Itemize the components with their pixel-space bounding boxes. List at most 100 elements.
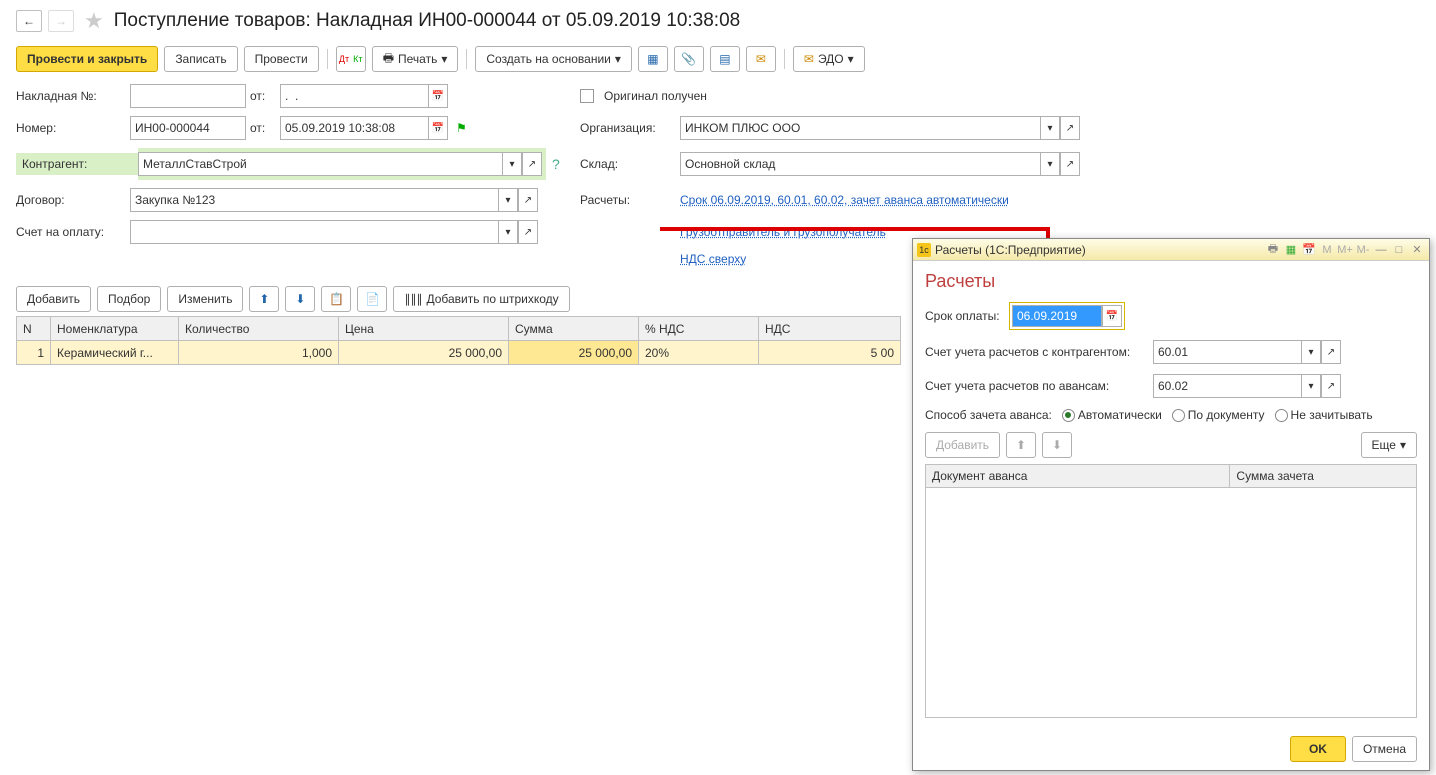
dropdown-icon[interactable]: ▾ (498, 188, 518, 212)
post-flag-icon: ⚑ (456, 121, 467, 135)
invoice-no-input[interactable] (130, 84, 246, 108)
dialog-more-button[interactable]: Еще ▾ (1361, 432, 1417, 458)
dropdown-icon[interactable]: ▾ (498, 220, 518, 244)
warehouse-label: Склад: (580, 157, 676, 171)
vat-link[interactable]: НДС сверху (680, 252, 746, 266)
save-button[interactable]: Записать (164, 46, 237, 72)
col-vat-pct[interactable]: % НДС (639, 317, 759, 341)
open-icon[interactable]: ↗ (1321, 374, 1341, 398)
m-button[interactable]: M (1319, 242, 1335, 258)
dropdown-icon: ▾ (615, 52, 621, 66)
m-minus-button[interactable]: M- (1355, 242, 1371, 258)
date-input[interactable] (280, 116, 428, 140)
calendar-icon[interactable]: 📅 (1102, 305, 1122, 327)
attach-button[interactable]: 📎 (674, 46, 704, 72)
separator (784, 49, 785, 69)
edo-button[interactable]: ✉ ЭДО ▾ (793, 46, 865, 72)
counterparty-input[interactable] (138, 152, 502, 176)
advance-auto-radio[interactable]: Автоматически (1062, 408, 1162, 422)
dialog-add-button[interactable]: Добавить (925, 432, 1000, 458)
invoice-pay-input[interactable] (130, 220, 498, 244)
calendar-icon[interactable]: 📅 (1301, 242, 1317, 258)
maximize-icon[interactable]: □ (1391, 242, 1407, 258)
close-icon[interactable]: ✕ (1409, 242, 1425, 258)
dt-kt-button[interactable]: ДтКт (336, 46, 366, 72)
warehouse-input[interactable] (680, 152, 1040, 176)
dropdown-icon[interactable]: ▾ (1040, 152, 1060, 176)
col-item[interactable]: Номенклатура (51, 317, 179, 341)
dialog-move-down-button[interactable]: ⬇ (1042, 432, 1072, 458)
open-icon[interactable]: ↗ (518, 220, 538, 244)
payment-due-label: Срок оплаты: (925, 309, 1003, 323)
minimize-icon[interactable]: — (1373, 242, 1389, 258)
dropdown-icon: ▾ (848, 52, 854, 66)
cancel-button[interactable]: Отмена (1352, 736, 1417, 762)
m-plus-button[interactable]: M+ (1337, 242, 1353, 258)
move-down-button[interactable]: ⬇ (285, 286, 315, 312)
dropdown-icon[interactable]: ▾ (1040, 116, 1060, 140)
contract-input[interactable] (130, 188, 498, 212)
separator (327, 49, 328, 69)
print-icon[interactable]: 🖶 (1265, 242, 1281, 258)
post-button[interactable]: Провести (244, 46, 319, 72)
shipper-link[interactable]: Грузоотправитель и грузополучатель (680, 225, 886, 239)
copy-button[interactable]: 📋 (321, 286, 351, 312)
number-input[interactable] (130, 116, 246, 140)
advance-none-radio[interactable]: Не зачитывать (1275, 408, 1373, 422)
settlements-link[interactable]: Срок 06.09.2019, 60.01, 60.02, зачет ава… (680, 193, 1009, 207)
invoice-no-label: Накладная №: (16, 89, 126, 103)
edit-button[interactable]: Изменить (167, 286, 243, 312)
col-advance-doc[interactable]: Документ аванса (926, 465, 1230, 488)
open-icon[interactable]: ↗ (1060, 116, 1080, 140)
open-icon[interactable]: ↗ (518, 188, 538, 212)
col-advance-sum[interactable]: Сумма зачета (1230, 465, 1417, 488)
print-button[interactable]: 🖶 Печать ▾ (372, 46, 459, 72)
nav-back-button[interactable]: ← (16, 10, 42, 32)
open-icon[interactable]: ↗ (522, 152, 542, 176)
original-received-checkbox[interactable] (580, 89, 594, 103)
paste-button[interactable]: 📄 (357, 286, 387, 312)
app-icon: 1c (917, 243, 931, 257)
envelope-button[interactable]: ✉ (746, 46, 776, 72)
calendar-icon[interactable]: 📅 (428, 116, 448, 140)
col-price[interactable]: Цена (339, 317, 509, 341)
org-label: Организация: (580, 121, 676, 135)
col-sum[interactable]: Сумма (509, 317, 639, 341)
dialog-titlebar-text: Расчеты (1С:Предприятие) (935, 243, 1261, 257)
help-icon[interactable]: ? (552, 156, 560, 172)
advance-bydoc-radio[interactable]: По документу (1172, 408, 1265, 422)
open-icon[interactable]: ↗ (1060, 152, 1080, 176)
table-row[interactable]: 1 Керамический г... 1,000 25 000,00 25 0… (17, 341, 901, 365)
ok-button[interactable]: OK (1290, 736, 1346, 762)
nav-forward-button[interactable]: → (48, 10, 74, 32)
invoice-date-input[interactable] (280, 84, 428, 108)
dropdown-icon: ▾ (1400, 438, 1406, 452)
col-qty[interactable]: Количество (179, 317, 339, 341)
add-by-barcode-button[interactable]: ∥∥∥ Добавить по штрихкоду (393, 286, 569, 312)
advance-table-body[interactable] (925, 488, 1417, 718)
pick-button[interactable]: Подбор (97, 286, 161, 312)
add-row-button[interactable]: Добавить (16, 286, 91, 312)
report-button[interactable]: ▤ (710, 46, 740, 72)
org-input[interactable] (680, 116, 1040, 140)
dialog-move-up-button[interactable]: ⬆ (1006, 432, 1036, 458)
calendar-icon[interactable]: 📅 (428, 84, 448, 108)
items-table: N Номенклатура Количество Цена Сумма % Н… (16, 316, 901, 365)
favorite-star-icon[interactable]: ★ (84, 8, 104, 34)
structure-button[interactable]: ▦ (638, 46, 668, 72)
dropdown-icon[interactable]: ▾ (1301, 340, 1321, 364)
payment-due-input[interactable] (1012, 305, 1102, 327)
open-icon[interactable]: ↗ (1321, 340, 1341, 364)
account-counterparty-input[interactable] (1153, 340, 1301, 364)
dropdown-icon[interactable]: ▾ (502, 152, 522, 176)
col-n[interactable]: N (17, 317, 51, 341)
settlements-dialog: 1c Расчеты (1С:Предприятие) 🖶 ▦ 📅 M M+ M… (912, 238, 1430, 771)
move-up-button[interactable]: ⬆ (249, 286, 279, 312)
account-advance-input[interactable] (1153, 374, 1301, 398)
grid-icon[interactable]: ▦ (1283, 242, 1299, 258)
create-based-on-button[interactable]: Создать на основании ▾ (475, 46, 632, 72)
post-and-close-button[interactable]: Провести и закрыть (16, 46, 158, 72)
settlements-label: Расчеты: (580, 193, 676, 207)
col-vat[interactable]: НДС (759, 317, 901, 341)
dropdown-icon[interactable]: ▾ (1301, 374, 1321, 398)
